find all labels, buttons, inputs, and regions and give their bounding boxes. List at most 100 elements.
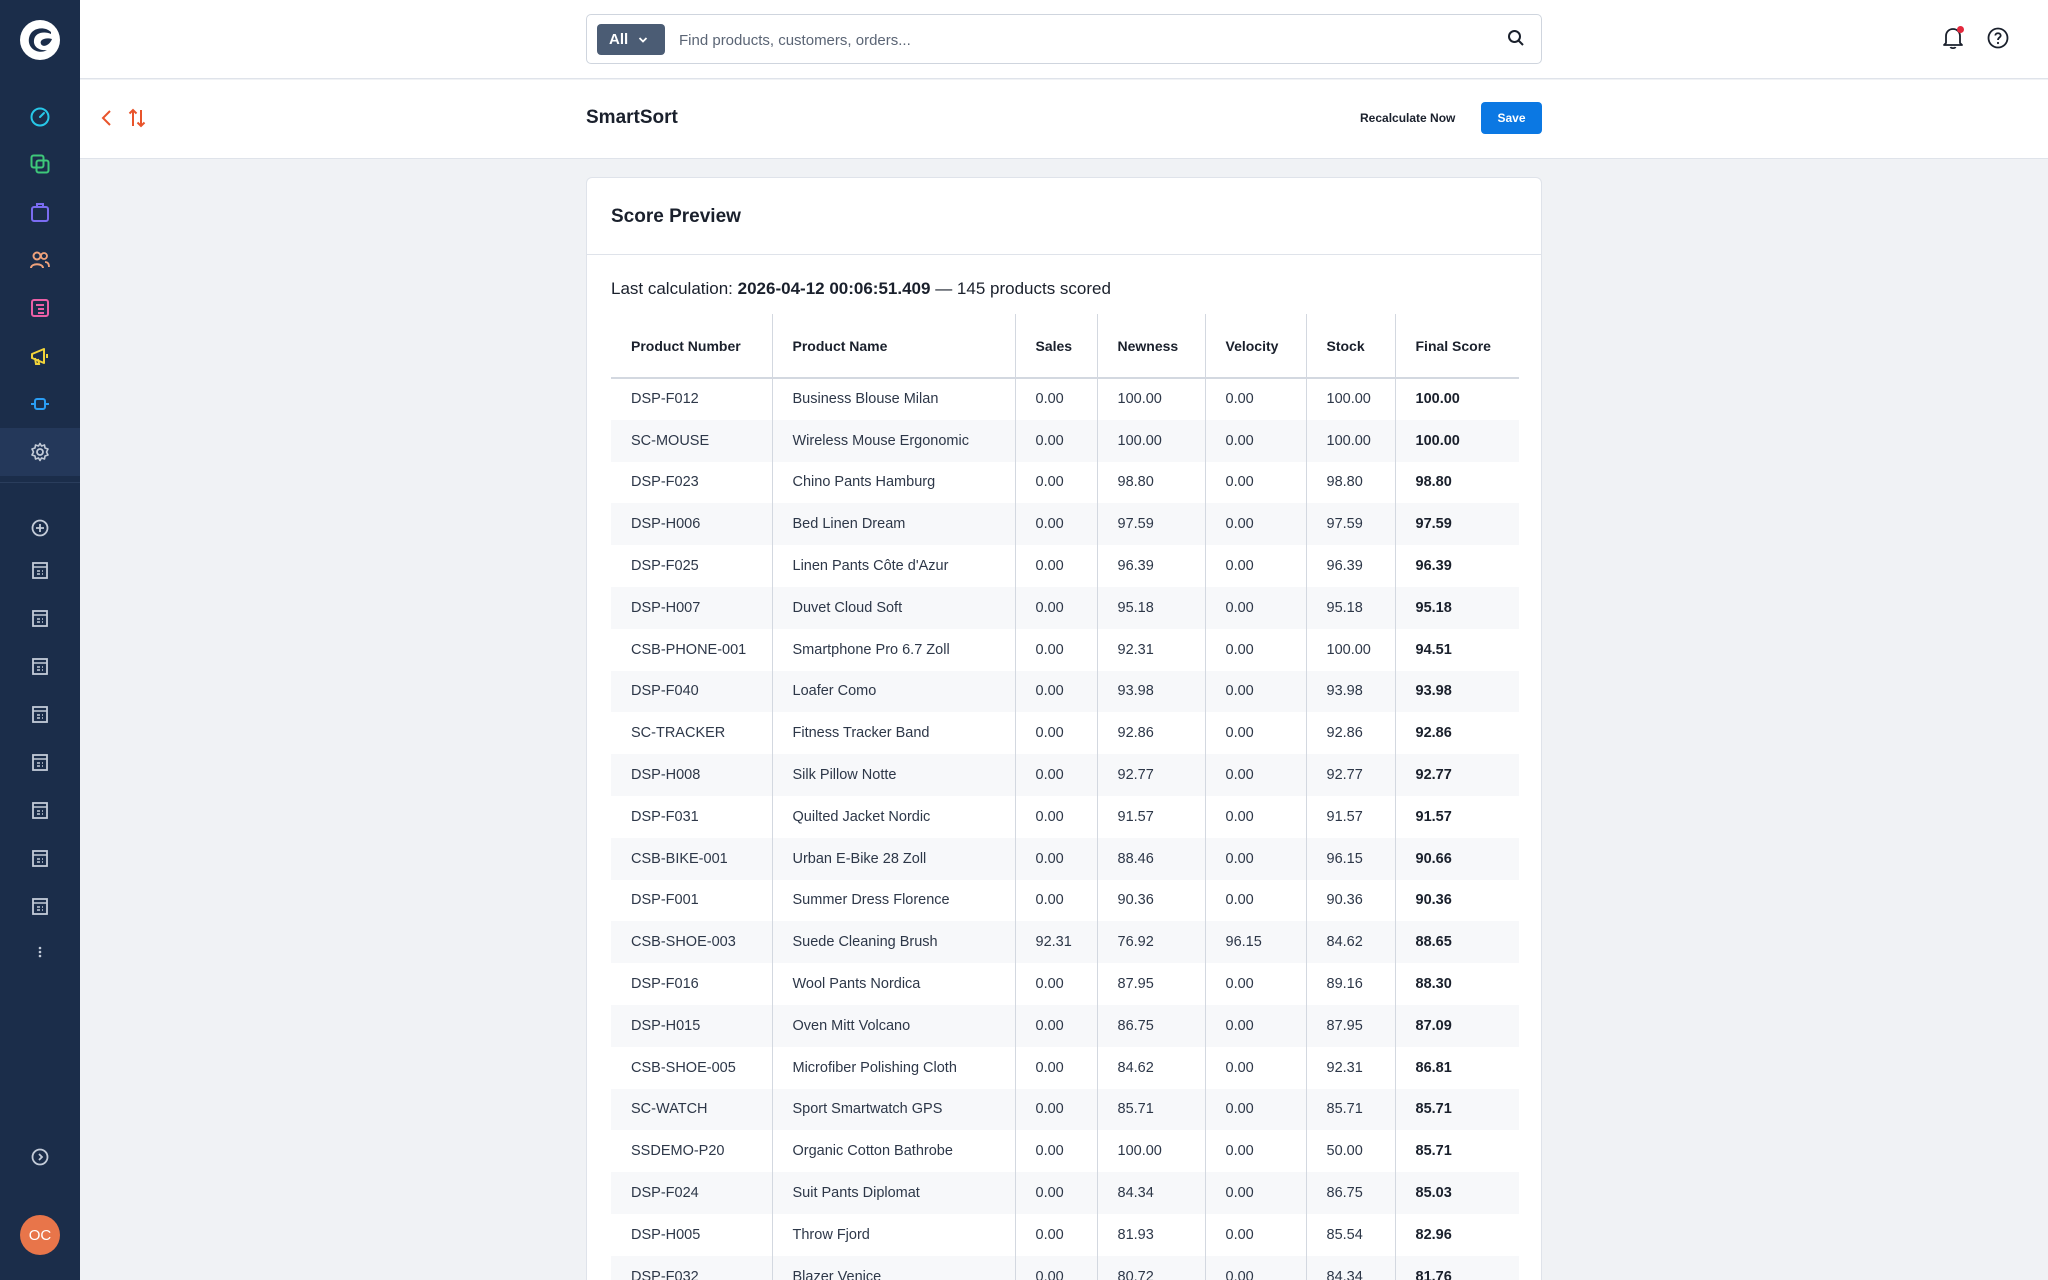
sales-channel-5[interactable] [0,738,80,786]
column-header[interactable]: Final Score [1395,314,1519,379]
notifications-button[interactable] [1942,26,1964,55]
content-icon [31,299,49,317]
nav-orders[interactable] [0,188,80,236]
velocity-cell: 0.00 [1205,712,1307,755]
velocity-cell: 0.00 [1205,1088,1307,1131]
velocity-cell: 0.00 [1205,837,1307,880]
product-name-cell: Loafer Como [772,670,1016,713]
table-row[interactable]: DSP-F024 Suit Pants Diplomat 0.00 84.34 0.00… [611,1172,1519,1214]
shopware-logo[interactable] [20,20,60,60]
table-row[interactable]: DSP-F040 Loafer Como 0.00 93.98 0.00 93.98 93.… [611,670,1519,713]
product-name-cell: Chino Pants Hamburg [772,461,1016,504]
nav-marketing[interactable] [0,332,80,380]
search-input[interactable] [679,27,1459,53]
sales-channel-4[interactable] [0,690,80,738]
table-row[interactable]: DSP-H006 Bed Linen Dream 0.00 97.59 0.00 97.5… [611,503,1519,546]
table-row[interactable]: DSP-F031 Quilted Jacket Nordic 0.00 91.57 0.… [611,795,1519,838]
sales-channel-3[interactable] [0,642,80,690]
stock-cell: 100.00 [1306,378,1396,420]
table-row[interactable]: SC-WATCH Sport Smartwatch GPS 0.00 85.71 0.0… [611,1088,1519,1131]
final-score-cell: 87.09 [1395,1004,1519,1047]
product-name-cell: Wireless Mouse Ergonomic [772,419,1016,462]
table-row[interactable]: DSP-F016 Wool Pants Nordica 0.00 87.95 0.00 8… [611,963,1519,1005]
velocity-cell: 0.00 [1205,670,1307,713]
velocity-cell: 0.00 [1205,754,1307,796]
nav-catalogues[interactable] [0,140,80,188]
table-row[interactable]: CSB-SHOE-003 Suede Cleaning Brush 92.31 76.… [611,921,1519,964]
calc-prefix: Last calculation: [611,279,738,298]
table-row[interactable]: DSP-F032 Blazer Venice 0.00 80.72 0.00 84.34 8… [611,1255,1519,1280]
add-sales-channel[interactable] [0,504,80,552]
product-number-cell: DSP-H006 [611,503,773,546]
nav-content[interactable] [0,284,80,332]
column-header[interactable]: Newness [1097,314,1206,379]
newness-cell: 80.72 [1097,1255,1206,1280]
more-sales-channels[interactable] [0,928,80,976]
table-row[interactable]: CSB-BIKE-001 Urban E-Bike 28 Zoll 0.00 88.4… [611,837,1519,880]
search-icon[interactable] [1507,29,1525,47]
orders-icon [31,203,49,222]
table-row[interactable]: CSB-SHOE-005 Microfiber Polishing Cloth 0.… [611,1046,1519,1089]
search-scope-select[interactable]: All [597,24,665,55]
product-number-cell: CSB-PHONE-001 [611,628,773,671]
product-number-cell: DSP-F024 [611,1172,773,1214]
nav-customers[interactable] [0,236,80,284]
column-header[interactable]: Velocity [1205,314,1307,379]
column-header[interactable]: Sales [1015,314,1098,379]
final-score-cell: 82.96 [1415,1226,1452,1243]
product-name-cell: Suit Pants Diplomat [772,1172,1016,1214]
expand-sidebar[interactable] [0,1133,80,1181]
table-row[interactable]: DSP-F001 Summer Dress Florence 0.00 90.36 0.… [611,879,1519,922]
user-avatar[interactable]: OC [20,1215,60,1255]
product-name-cell: Smartphone Pro 6.7 Zoll [772,628,1016,671]
stock-cell: 84.62 [1306,921,1396,964]
nav-settings[interactable] [0,428,80,476]
sales-channel-1[interactable] [0,546,80,594]
product-number-cell: SSDEMO-P20 [611,1130,773,1173]
column-header[interactable]: Stock [1306,314,1396,379]
table-row[interactable]: DSP-H007 Duvet Cloud Soft 0.00 95.18 0.00 95.… [611,586,1519,629]
table-row[interactable]: DSP-H015 Oven Mitt Volcano 0.00 86.75 0.00 87… [611,1004,1519,1047]
nav-extensions[interactable] [0,380,80,428]
stock-cell: 86.75 [1306,1172,1396,1214]
sales-channel-8[interactable] [0,882,80,930]
product-name-cell: Linen Pants Côte d'Azur [772,545,1016,587]
table-row[interactable]: DSP-F012 Business Blouse Milan 0.00 100.00 0… [611,378,1519,420]
final-score-cell: 90.66 [1395,837,1519,880]
product-number-cell: SC-WATCH [611,1088,773,1131]
nav-dashboard[interactable] [0,92,80,140]
table-row[interactable]: SC-MOUSE Wireless Mouse Ergonomic 0.00 100.… [611,419,1519,462]
table-row[interactable]: CSB-PHONE-001 Smartphone Pro 6.7 Zoll 0.00… [611,628,1519,671]
back-button[interactable] [100,108,114,133]
recalculate-now-button[interactable]: Recalculate Now [1350,102,1465,134]
stock-cell: 100.00 [1306,628,1396,671]
newness-cell: 98.80 [1097,461,1206,504]
sales-channel-6[interactable] [0,786,80,834]
table-row[interactable]: DSP-H008 Silk Pillow Notte 0.00 92.77 0.00 92… [611,754,1519,796]
sales-channel-2[interactable] [0,594,80,642]
sidebar: OC [0,0,80,1280]
help-button[interactable] [1986,26,2010,55]
sales-cell: 0.00 [1015,461,1098,504]
card-title: Score Preview [587,178,1541,255]
sales-cell: 0.00 [1015,754,1098,796]
product-number-cell: DSP-F040 [611,670,773,713]
table-row[interactable]: DSP-F023 Chino Pants Hamburg 0.00 98.80 0.00… [611,461,1519,504]
column-header[interactable]: Product Number [611,314,773,379]
table-row[interactable]: SC-TRACKER Fitness Tracker Band 0.00 92.86 0… [611,712,1519,755]
velocity-cell: 0.00 [1205,378,1307,420]
velocity-cell: 96.15 [1205,921,1307,964]
table-row[interactable]: DSP-H005 Throw Fjord 0.00 81.93 0.00 85.54 82.… [611,1213,1519,1256]
sales-cell: 0.00 [1015,545,1098,587]
newness-cell: 95.18 [1097,586,1206,629]
product-number-cell: CSB-BIKE-001 [611,837,773,880]
save-button[interactable]: Save [1481,102,1542,134]
storefront-icon [32,610,48,627]
sales-cell: 0.00 [1015,1172,1098,1214]
sales-channel-7[interactable] [0,834,80,882]
column-header[interactable]: Product Name [772,314,1016,379]
table-row[interactable]: SSDEMO-P20 Organic Cotton Bathrobe 0.00 100… [611,1130,1519,1173]
final-score-cell: 93.98 [1395,670,1519,713]
product-number-cell: DSP-F031 [611,795,773,838]
table-row[interactable]: DSP-F025 Linen Pants Côte d'Azur 0.00 96.39… [611,545,1519,587]
